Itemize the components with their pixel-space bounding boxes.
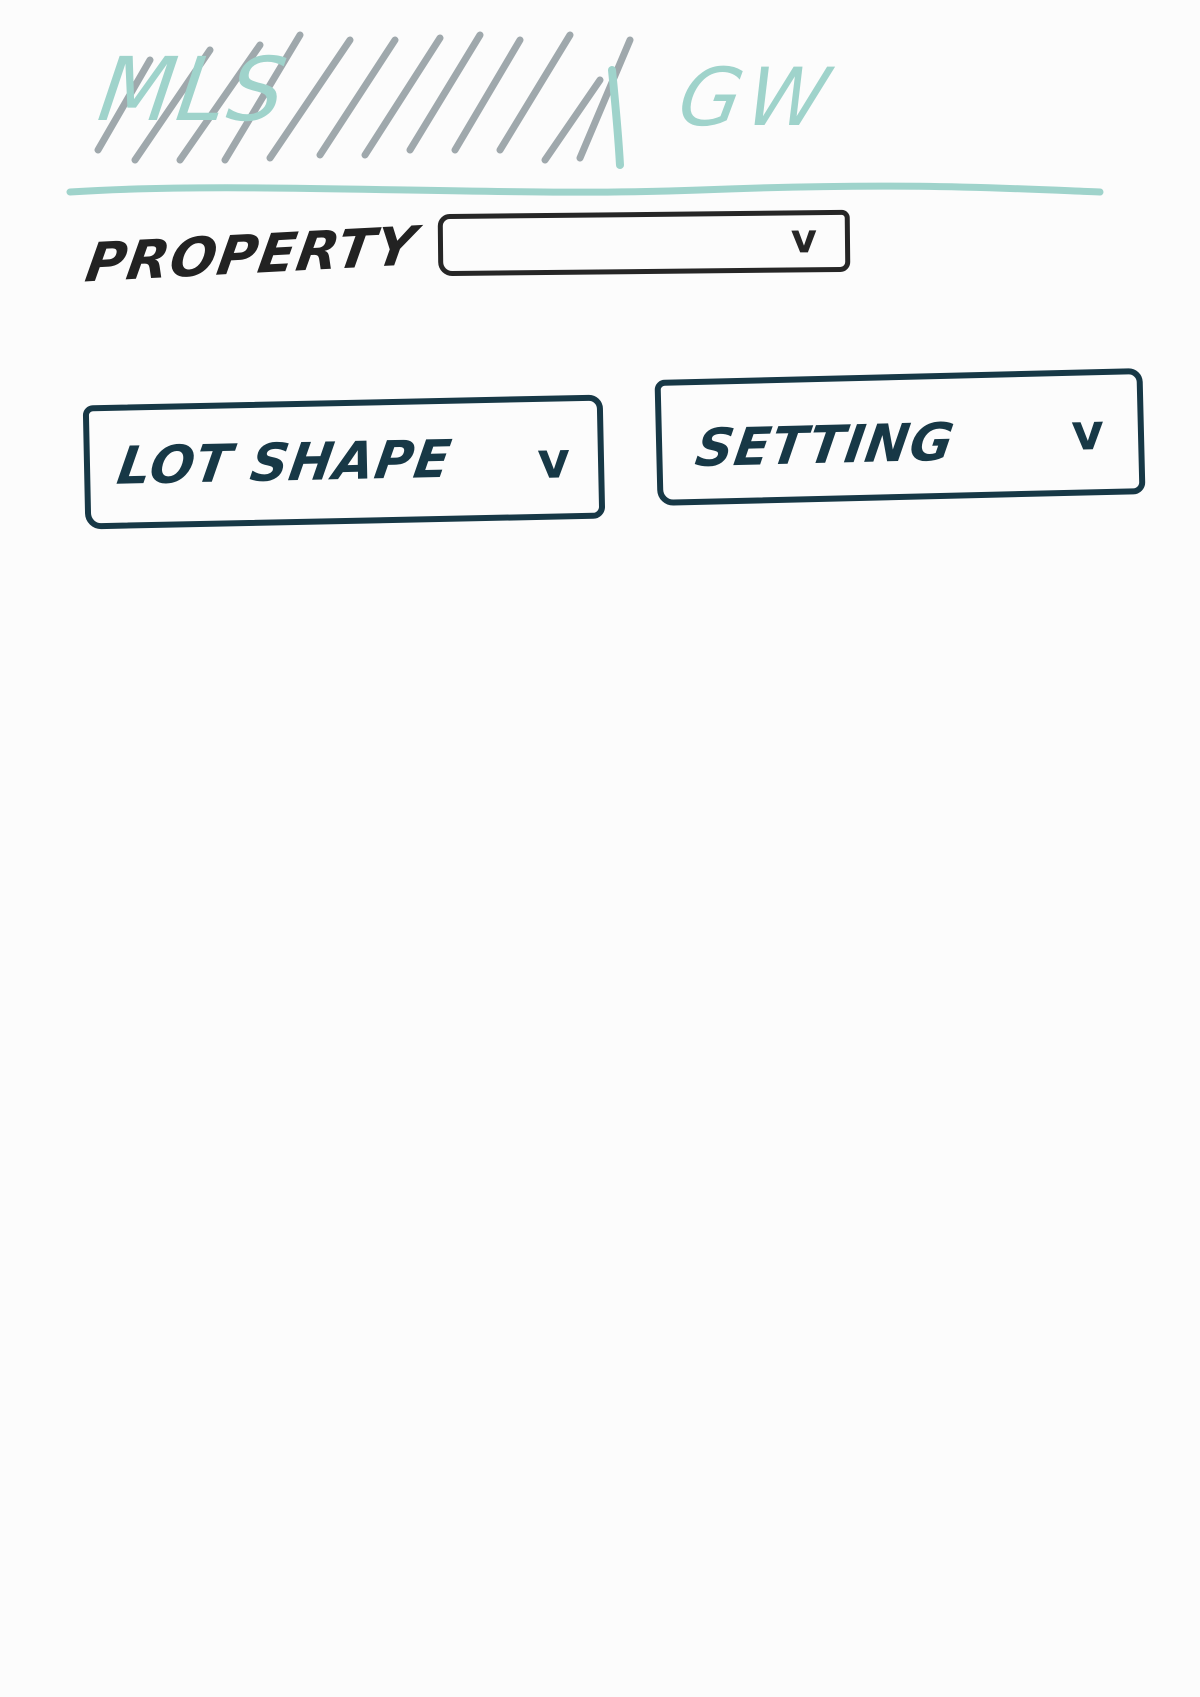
chevron-down-icon: v [536,431,571,490]
lot-shape-dropdown[interactable]: LOT SHAPE v [82,394,606,530]
property-label: PROPERTY [81,214,422,295]
setting-label: SETTING [691,412,959,480]
setting-dropdown[interactable]: SETTING v [654,368,1146,506]
chevron-down-icon: v [1070,403,1105,462]
app-header: MLS GW [0,0,1200,210]
app-title-suffix: GW [671,51,842,144]
lot-shape-label: LOT SHAPE [113,429,456,497]
chevron-down-icon: v [790,216,818,263]
app-title: MLS [92,38,295,141]
property-select[interactable]: v [437,209,851,277]
